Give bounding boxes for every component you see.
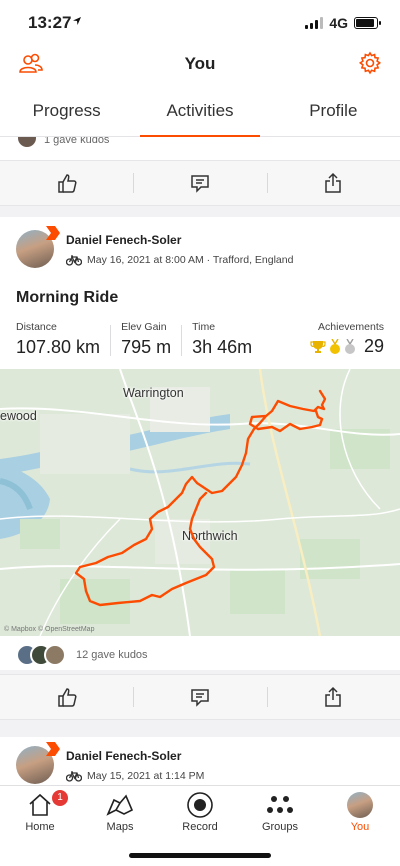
status-indicators: 4G	[305, 15, 381, 31]
bike-icon	[66, 255, 82, 266]
nav-label: Maps	[106, 821, 134, 833]
bike-icon	[66, 771, 82, 782]
kudos-avatars	[16, 644, 66, 666]
achievement-count: 29	[363, 336, 384, 356]
nav-label: You	[350, 821, 370, 833]
status-bar: 13:27 4G	[0, 0, 400, 44]
kudos-button[interactable]	[0, 675, 133, 719]
stat-value: 795 m	[121, 337, 172, 357]
tab-profile[interactable]: Profile	[267, 84, 400, 136]
activity-stats: Distance 107.80 km Elev Gain 795 m Time …	[16, 321, 384, 358]
tab-strip: Progress Activities Profile	[0, 84, 400, 137]
map-attribution: © Mapbox © OpenStreetMap	[4, 626, 95, 633]
share-button[interactable]	[266, 675, 400, 719]
nav-you[interactable]: You	[320, 786, 400, 836]
stat-value: 3h 46m	[192, 337, 253, 357]
trophy-icon	[310, 340, 326, 353]
stat-distance: Distance 107.80 km	[16, 321, 110, 358]
stat-label: Achievements	[318, 321, 384, 333]
kudos-count: 12 gave kudos	[76, 649, 148, 661]
tab-activities[interactable]: Activities	[133, 84, 266, 137]
previous-activity-card: 1 gave kudos	[0, 137, 400, 160]
athlete-name[interactable]: Daniel Fenech-Soler	[66, 749, 204, 763]
stat-achievements: Achievements 29	[310, 321, 384, 358]
nav-maps[interactable]: Maps	[80, 786, 160, 836]
status-time: 13:27	[28, 13, 72, 32]
activity-card[interactable]: Daniel Fenech-Soler May 16, 2021 at 8:00…	[0, 217, 400, 670]
avatar	[44, 644, 66, 666]
route-line	[74, 389, 327, 607]
location-arrow-icon	[72, 15, 82, 29]
kudos-summary[interactable]: 12 gave kudos	[16, 644, 148, 666]
avatar	[347, 792, 373, 818]
athlete-avatar[interactable]	[16, 742, 60, 784]
avatar	[16, 137, 38, 149]
kudos-icon	[57, 174, 77, 193]
silver-medal-icon	[344, 338, 355, 354]
stat-label: Distance	[16, 321, 57, 333]
subscriber-badge-icon	[46, 226, 60, 240]
kudos-summary[interactable]: 1 gave kudos	[16, 137, 109, 149]
athlete-header[interactable]: Daniel Fenech-Soler May 16, 2021 at 8:00…	[16, 226, 294, 268]
comment-button[interactable]	[133, 675, 266, 719]
activity-meta: May 16, 2021 at 8:00 AM · Trafford, Engl…	[87, 254, 294, 266]
action-bar	[0, 674, 400, 720]
nav-label: Home	[25, 821, 55, 833]
kudos-button[interactable]	[0, 161, 133, 205]
action-bar	[0, 160, 400, 206]
stat-label: Time	[192, 321, 216, 333]
comment-icon	[191, 689, 209, 707]
activity-card[interactable]: Daniel Fenech-Soler May 15, 2021 at 1:14…	[0, 737, 400, 785]
nav-record[interactable]: Record	[160, 786, 240, 836]
route-map[interactable]: Warrington ewood Northwich © Mapbox © Op…	[0, 369, 400, 636]
gear-icon[interactable]	[358, 51, 382, 75]
comment-icon	[191, 175, 209, 193]
divider	[181, 325, 183, 356]
activity-feed[interactable]: 1 gave kudos Daniel Fenech-Soler May 16,…	[0, 137, 400, 785]
signal-icon	[305, 17, 324, 29]
share-icon	[325, 686, 342, 707]
nav-label: Groups	[261, 821, 299, 833]
kudos-avatars	[16, 137, 38, 149]
athlete-name[interactable]: Daniel Fenech-Soler	[66, 233, 293, 247]
stat-label: Elev Gain	[121, 321, 167, 333]
athlete-avatar[interactable]	[16, 226, 60, 268]
subscriber-badge-icon	[46, 742, 60, 756]
stat-value: 107.80 km	[16, 337, 101, 357]
record-icon	[187, 792, 213, 818]
comment-button[interactable]	[133, 161, 266, 205]
share-icon	[325, 172, 342, 193]
bottom-tab-bar: 1 Home Maps Record Groups You	[0, 785, 400, 866]
activity-meta: May 15, 2021 at 1:14 PM	[87, 770, 205, 782]
share-button[interactable]	[266, 161, 400, 205]
home-indicator	[129, 853, 271, 858]
stat-time: Time 3h 46m	[192, 321, 262, 358]
activity-title[interactable]: Morning Ride	[16, 289, 118, 307]
tab-progress[interactable]: Progress	[0, 84, 133, 136]
groups-icon	[267, 796, 293, 813]
page-title: You	[184, 54, 216, 73]
athlete-header[interactable]: Daniel Fenech-Soler May 15, 2021 at 1:14…	[16, 742, 205, 784]
stat-elevation: Elev Gain 795 m	[121, 321, 181, 358]
header: You	[0, 44, 400, 84]
home-icon	[29, 793, 51, 816]
map-icon	[106, 794, 134, 816]
gold-medal-icon	[329, 338, 340, 354]
kudos-count: 1 gave kudos	[44, 137, 110, 146]
kudos-icon	[57, 688, 77, 707]
nav-home[interactable]: 1 Home	[0, 786, 80, 836]
nav-label: Record	[182, 821, 218, 833]
nav-groups[interactable]: Groups	[240, 786, 320, 836]
notification-badge: 1	[52, 790, 68, 806]
divider	[110, 325, 112, 356]
network-label: 4G	[329, 15, 348, 31]
battery-icon	[354, 17, 381, 29]
